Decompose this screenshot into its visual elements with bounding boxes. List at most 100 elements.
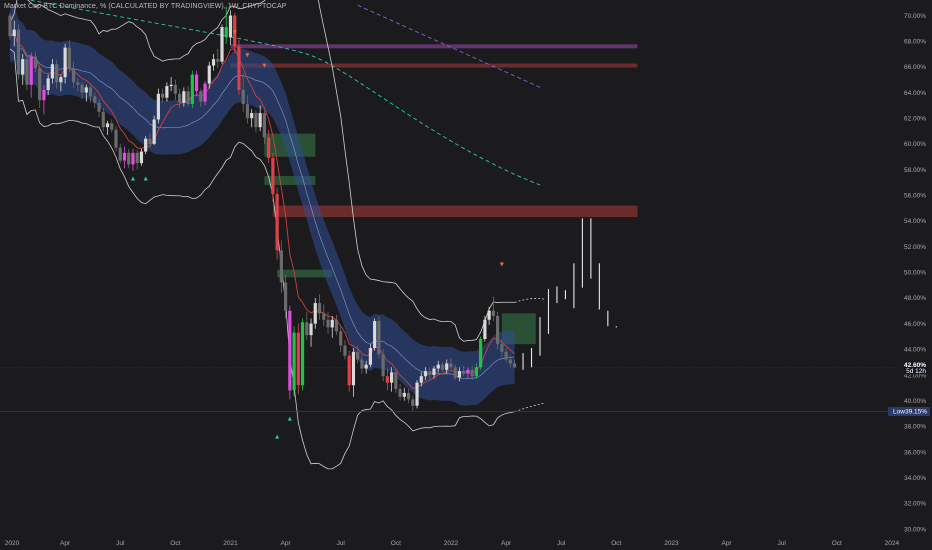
candle-body bbox=[80, 84, 84, 93]
candle-body bbox=[258, 113, 262, 128]
candle-body bbox=[411, 399, 415, 406]
candle-body bbox=[385, 376, 389, 383]
x-tick-label: Jul bbox=[116, 540, 125, 547]
candle-body bbox=[63, 47, 67, 78]
y-tick-label: 44.00% bbox=[904, 347, 926, 354]
candle-body bbox=[254, 113, 258, 128]
chart-canvas[interactable]: 30.00%32.00%34.00%36.00%38.00%40.00%42.0… bbox=[0, 0, 932, 550]
y-tick-label: 54.00% bbox=[904, 218, 926, 225]
candle-body bbox=[267, 137, 271, 158]
candle-body bbox=[46, 78, 50, 90]
candle-body bbox=[8, 15, 12, 37]
candle-body bbox=[16, 29, 21, 75]
candle-body bbox=[390, 372, 394, 383]
candle-body bbox=[224, 27, 228, 38]
candle-body bbox=[512, 363, 517, 368]
candle-body bbox=[347, 355, 351, 386]
candle-body bbox=[144, 138, 148, 152]
x-tick-label: Oct bbox=[611, 540, 621, 547]
price-axis[interactable]: 30.00%32.00%34.00%36.00%38.00%40.00%42.0… bbox=[904, 13, 926, 534]
candle-body bbox=[241, 89, 245, 105]
x-tick-label: 2022 bbox=[444, 540, 459, 547]
candle-body bbox=[330, 319, 334, 328]
y-tick-label: 62.00% bbox=[904, 116, 926, 123]
candle-body bbox=[288, 310, 292, 391]
chart-background bbox=[0, 0, 932, 550]
candle-body bbox=[440, 364, 445, 370]
candle-body bbox=[29, 56, 33, 85]
candle-body bbox=[394, 372, 398, 390]
candle-body bbox=[453, 367, 457, 378]
candle-body bbox=[496, 315, 500, 345]
low-tag-value: 39.15% bbox=[905, 409, 927, 416]
candle-body bbox=[38, 68, 42, 101]
x-tick-label: Apr bbox=[281, 540, 292, 547]
candle-body bbox=[317, 303, 322, 314]
candle-body bbox=[50, 64, 54, 79]
candle-body bbox=[351, 351, 356, 386]
candle-body bbox=[148, 138, 152, 144]
candle-body bbox=[122, 152, 127, 161]
x-tick-label: Jul bbox=[557, 540, 566, 547]
candle-body bbox=[373, 321, 377, 348]
candle-body bbox=[284, 282, 288, 311]
candle-body bbox=[237, 46, 241, 90]
candle-body bbox=[93, 96, 97, 103]
x-tick-label: 2020 bbox=[5, 540, 20, 547]
candle-body bbox=[466, 369, 470, 374]
candle-body bbox=[428, 371, 432, 375]
low-tag-label: Low bbox=[893, 409, 905, 416]
y-tick-label: 50.00% bbox=[904, 270, 926, 277]
y-tick-label: 36.00% bbox=[904, 449, 926, 456]
candle-body bbox=[462, 371, 466, 374]
candle-body bbox=[339, 331, 343, 346]
candle-body bbox=[483, 319, 487, 340]
x-tick-label: Apr bbox=[721, 540, 732, 547]
candle-body bbox=[178, 93, 182, 103]
candle-body bbox=[377, 321, 381, 355]
candle-body bbox=[500, 344, 504, 352]
candle-body bbox=[182, 91, 186, 103]
candle-body bbox=[343, 345, 347, 356]
chart-title: Market Cap BTC Dominance, % (CALCULATED … bbox=[4, 3, 287, 10]
candle-body bbox=[55, 64, 59, 83]
price-tag-countdown: 5d 12h bbox=[906, 368, 926, 375]
candle-body bbox=[364, 364, 368, 369]
candle-body bbox=[33, 56, 38, 69]
x-tick-label: Oct bbox=[391, 540, 401, 547]
candle-body bbox=[105, 123, 110, 128]
zone-4 bbox=[272, 205, 638, 218]
candle-body bbox=[21, 59, 25, 75]
candle-body bbox=[479, 339, 483, 368]
candle-body bbox=[356, 351, 360, 360]
candle-body bbox=[449, 363, 453, 368]
x-tick-label: Oct bbox=[832, 540, 842, 547]
candle-body bbox=[262, 113, 266, 138]
candle-body bbox=[186, 91, 190, 105]
candle-body bbox=[474, 367, 478, 377]
candle-body bbox=[139, 151, 144, 164]
candle-body bbox=[322, 313, 326, 320]
zone-1 bbox=[230, 63, 638, 68]
x-tick-label: Jul bbox=[778, 540, 787, 547]
candle-body bbox=[360, 359, 364, 369]
y-tick-label: 48.00% bbox=[904, 295, 926, 302]
zone-0 bbox=[230, 44, 638, 49]
candle-body bbox=[161, 93, 165, 98]
candle-body bbox=[199, 91, 203, 102]
y-tick-label: 30.00% bbox=[904, 526, 926, 533]
candle-body bbox=[97, 102, 101, 112]
candle-body bbox=[470, 369, 474, 377]
y-tick-label: 68.00% bbox=[904, 38, 926, 45]
candle-body bbox=[491, 310, 495, 316]
y-tick-label: 56.00% bbox=[904, 193, 926, 200]
candle-body bbox=[203, 83, 207, 102]
candle-body bbox=[173, 84, 177, 94]
candle-body bbox=[152, 119, 156, 144]
x-tick-label: 2021 bbox=[223, 540, 238, 547]
candle-body bbox=[135, 152, 139, 164]
candle-body bbox=[334, 319, 339, 332]
x-tick-label: Jul bbox=[337, 540, 346, 547]
candle-body bbox=[127, 152, 131, 165]
candle-body bbox=[101, 111, 105, 128]
